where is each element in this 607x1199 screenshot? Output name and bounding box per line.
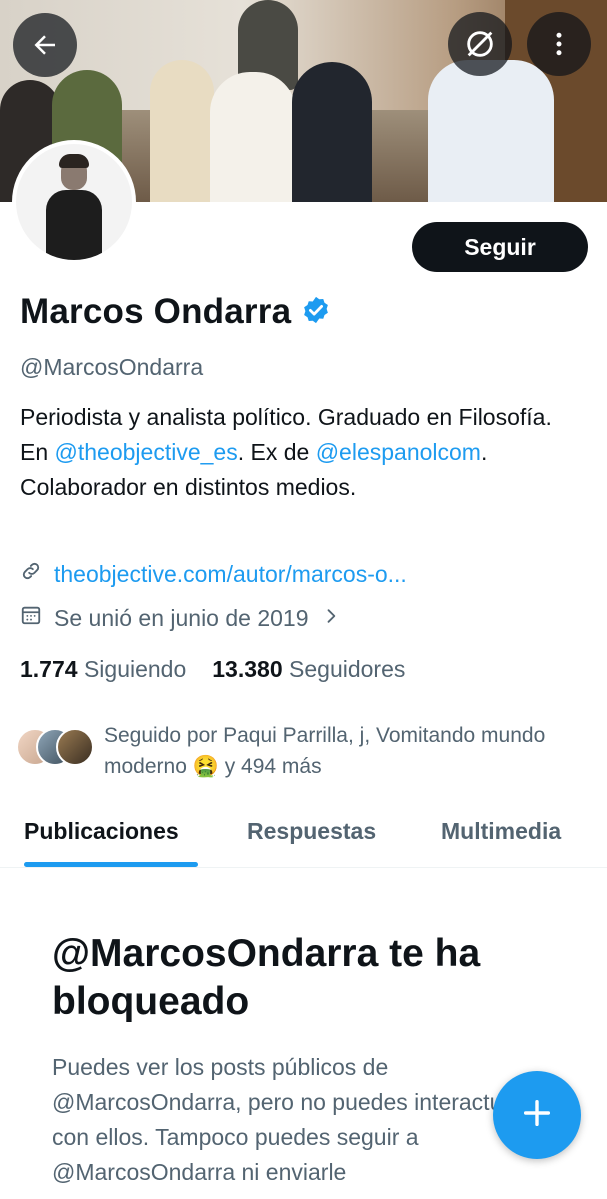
bio-mention-link[interactable]: @theobjective_es [55,439,238,465]
profile-name-row: Marcos Ondarra [20,292,331,332]
following-link[interactable]: 1.774 Siguiendo [20,656,186,683]
arrow-left-icon [30,30,60,60]
profile-tabs: Publicaciones Respuestas Multimedia [0,800,607,868]
follower-avatars [16,728,94,768]
tab-multimedia[interactable]: Multimedia [441,818,561,845]
banner-person [428,60,554,202]
banner-person [150,60,214,202]
follow-button[interactable]: Seguir [412,222,588,272]
profile-website-row[interactable]: theobjective.com/autor/marcos-o... [20,560,407,588]
avatar-figure-body [46,190,102,260]
profile-handle: @MarcosOndarra [20,354,204,380]
profile-joined-row[interactable]: Se unió en junio de 2019 [20,604,341,632]
bio-mention-link[interactable]: @elespanolcom [316,439,481,465]
bio-text: . Ex de [237,439,316,465]
calendar-icon [20,604,42,632]
followed-by-line: Seguido por Paqui Parrilla, j, Vomitando… [104,724,546,747]
followers-count: 13.380 [212,656,283,682]
verified-badge-icon[interactable] [301,295,331,330]
more-options-button[interactable] [527,12,591,76]
avatar-image [16,144,132,260]
banner-person [292,62,372,202]
blocked-notice-body: Puedes ver los posts públicos de @Marcos… [52,1054,523,1185]
followed-by-text-part: moderno [104,755,193,778]
followed-by-row[interactable]: Seguido por Paqui Parrilla, j, Vomitando… [16,720,596,782]
followers-link[interactable]: 13.380 Seguidores [212,656,405,683]
tab-publicaciones[interactable]: Publicaciones [24,818,179,845]
followed-by-line: moderno 🤮 y 494 más [104,751,545,782]
followers-label: Seguidores [289,656,406,682]
followed-by-text-part: y 494 más [218,755,322,778]
joined-date: Se unió en junio de 2019 [54,604,309,631]
tab-respuestas[interactable]: Respuestas [247,818,376,845]
plus-icon [520,1096,554,1135]
display-name: Marcos Ondarra [20,292,292,331]
chevron-right-icon [321,605,341,632]
back-button[interactable] [13,13,77,77]
translate-toggle-button[interactable] [448,12,512,76]
avatar [56,728,94,766]
nauseated-face-emoji: 🤮 [192,755,219,778]
profile-bio: Periodista y analista político. Graduado… [20,400,580,505]
avatar[interactable] [12,140,136,264]
blocked-notice-title: @MarcosOndarra te ha bloqueado [52,932,481,1023]
compose-button[interactable] [493,1071,581,1159]
globe-slash-icon [463,27,497,61]
link-icon [20,560,42,588]
active-tab-indicator [24,862,198,867]
banner-person [210,72,296,202]
avatar-figure-hair [59,154,89,168]
follow-counts: 1.774 Siguiendo 13.380 Seguidores [20,656,405,683]
following-count: 1.774 [20,656,78,682]
more-vertical-icon [544,29,574,59]
following-label: Siguiendo [83,656,187,682]
website-link[interactable]: theobjective.com/autor/marcos-o... [54,561,407,588]
followed-by-text: Seguido por Paqui Parrilla, j, Vomitando… [104,720,545,782]
